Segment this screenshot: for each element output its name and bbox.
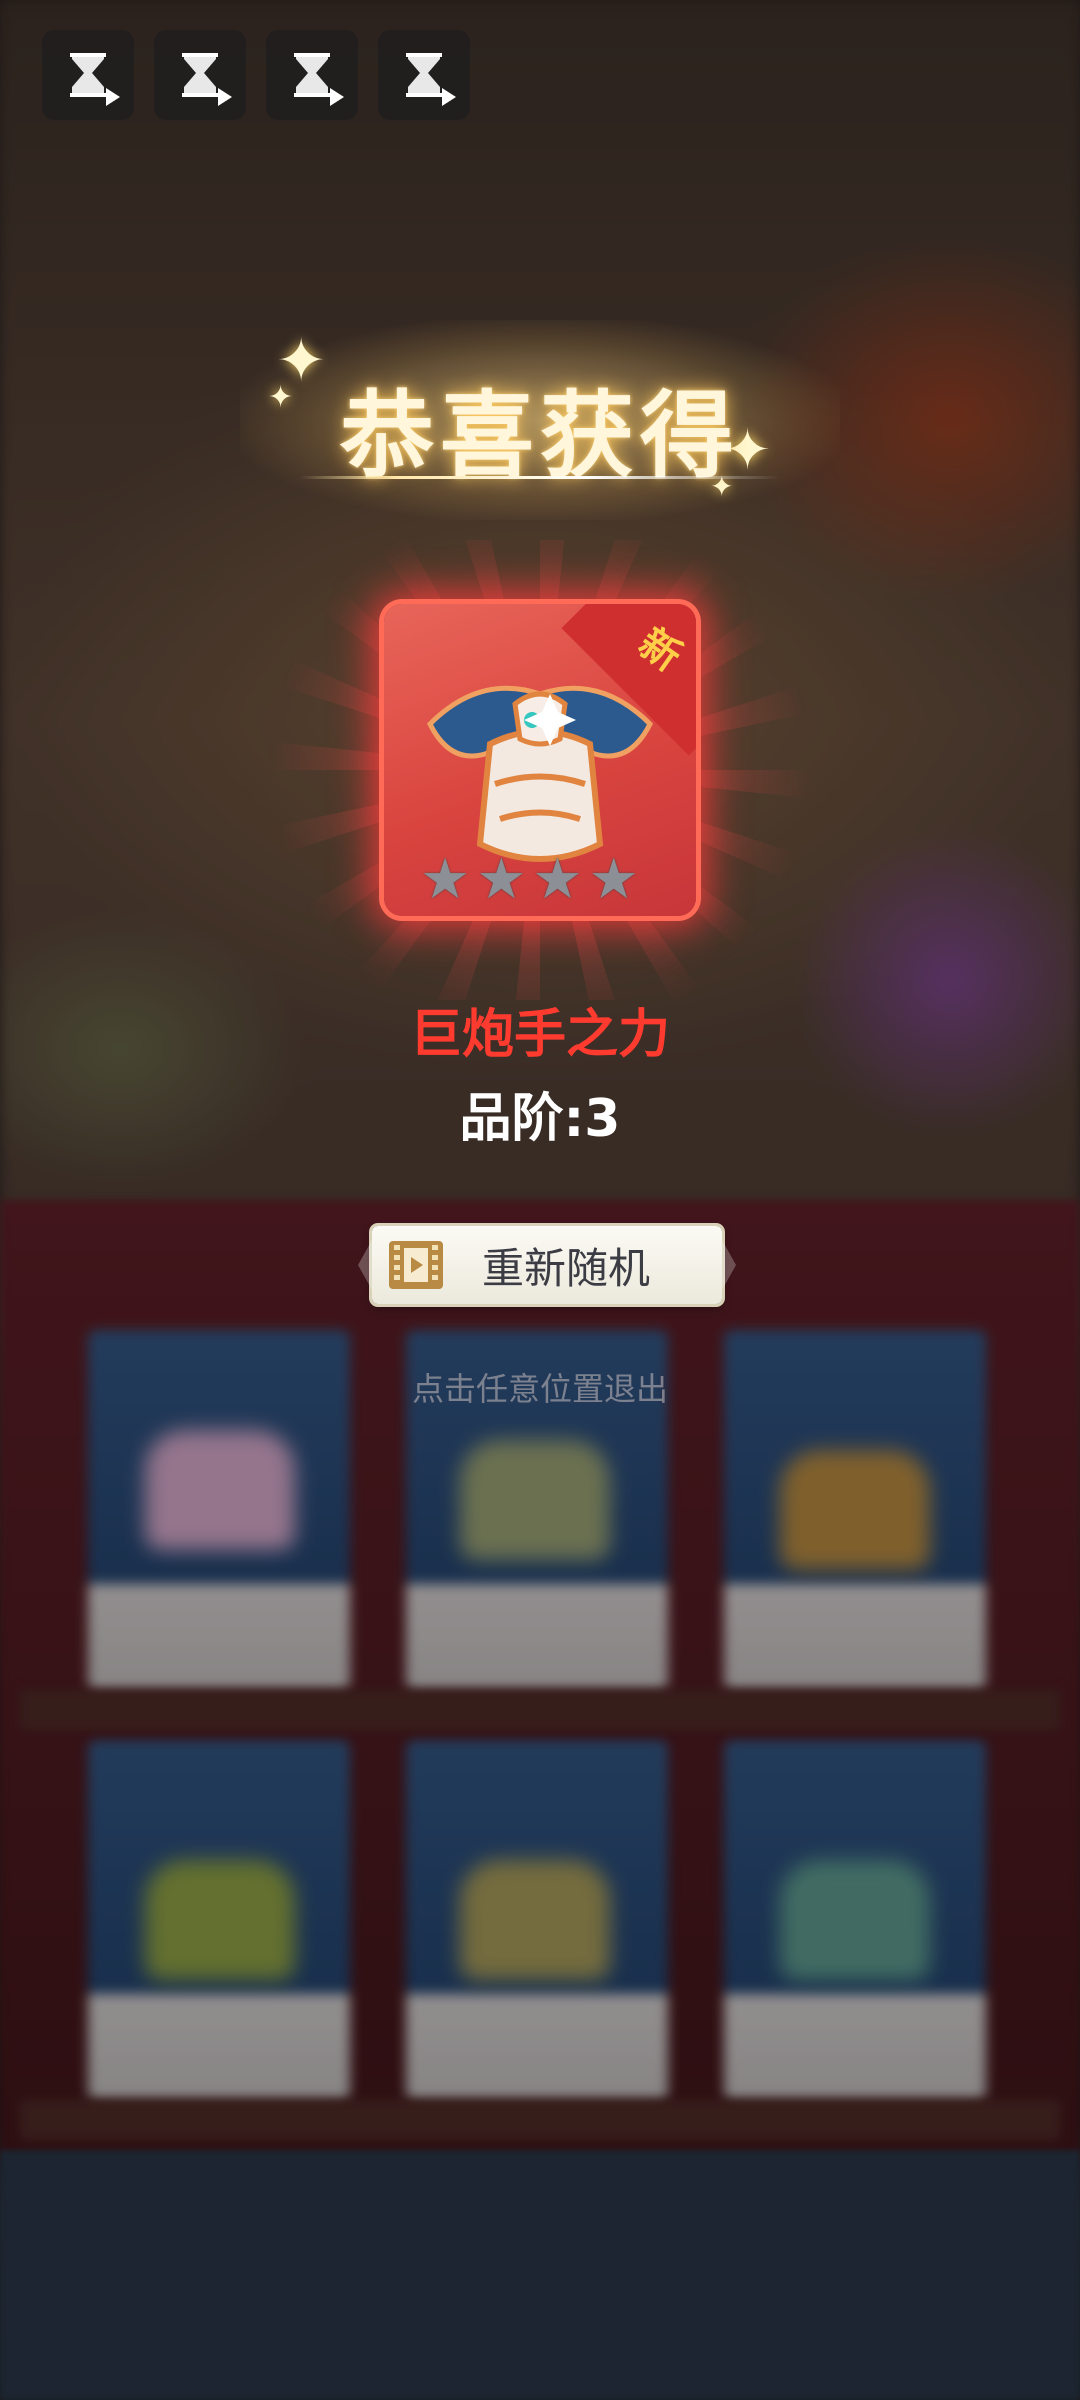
reward-item-card[interactable]: 新 ★ ★ ★ ★ (384, 604, 696, 916)
hourglass-icon (406, 53, 442, 97)
item-grade: 品阶:3 (459, 1089, 621, 1149)
hourglass-icon (182, 53, 218, 97)
star-icon: ★ (588, 847, 639, 912)
play-icon (106, 88, 120, 106)
armor-icon (426, 685, 654, 862)
reroll-button-label: 重新随机 (482, 1243, 651, 1293)
hourglass-video-button-4[interactable] (378, 30, 470, 120)
reward-item-area: 新 ★ ★ ★ ★ (0, 540, 1080, 1000)
reward-title-banner: ✦ ✦ ✦ ✦ 恭喜获得 (0, 300, 1080, 520)
star-icon: ★ (420, 847, 471, 912)
hourglass-video-button-1[interactable] (42, 30, 134, 120)
play-icon (330, 88, 344, 106)
hourglass-video-button-2[interactable] (154, 30, 246, 120)
star-icon: ★ (476, 847, 527, 912)
reroll-button[interactable]: 重新随机 (358, 1226, 736, 1304)
video-film-icon (389, 1241, 443, 1289)
title-underline (300, 476, 780, 479)
top-button-row (42, 30, 470, 120)
exit-hint: 点击任意位置退出 (411, 1370, 668, 1408)
play-icon (442, 88, 456, 106)
star-rating: ★ ★ ★ ★ (420, 852, 639, 908)
hourglass-video-button-3[interactable] (266, 30, 358, 120)
play-icon (218, 88, 232, 106)
hourglass-icon (70, 53, 106, 97)
star-icon: ★ (532, 847, 583, 912)
item-name: 巨炮手之力 (409, 1005, 670, 1065)
hourglass-icon (294, 53, 330, 97)
